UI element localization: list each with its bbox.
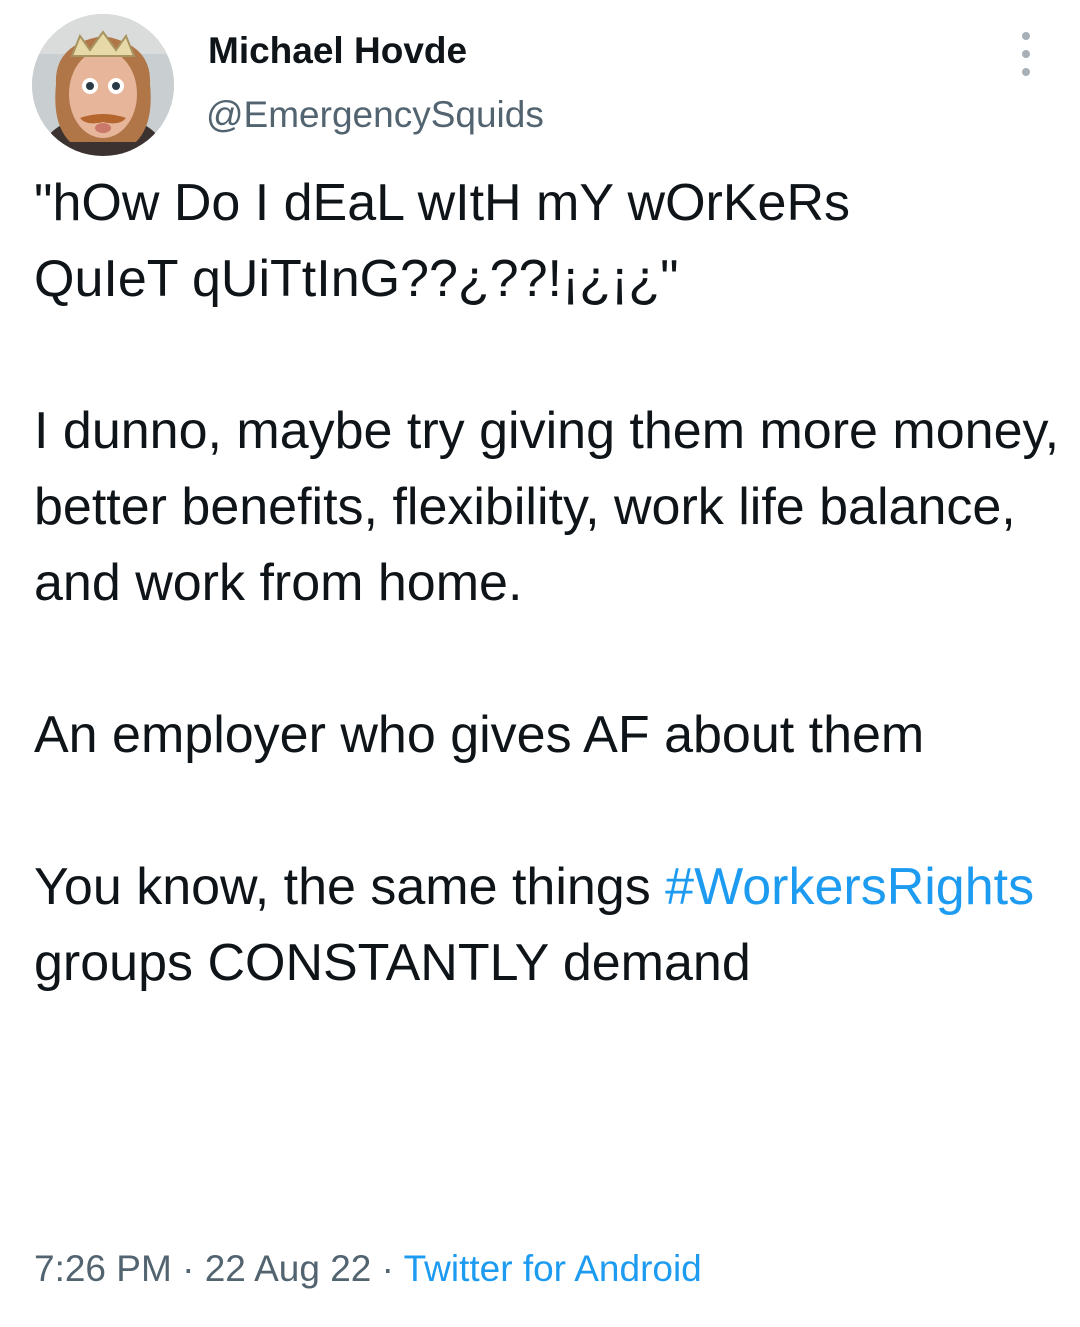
- tweet-paragraph: An employer who gives AF about them: [34, 706, 925, 764]
- author-display-name[interactable]: Michael Hovde: [208, 30, 467, 72]
- tweet-paragraph: I dunno, maybe try giving them more mone…: [34, 402, 1060, 612]
- tweet-paragraph: You know, the same things #WorkersRights…: [34, 849, 1064, 1001]
- avatar[interactable]: [32, 14, 174, 156]
- more-options-button[interactable]: [1010, 32, 1042, 76]
- more-vertical-icon: [1022, 32, 1030, 40]
- separator: ·: [371, 1248, 404, 1289]
- separator: ·: [171, 1248, 205, 1289]
- hashtag-link[interactable]: #WorkersRights: [665, 858, 1034, 916]
- tweet-quote-line-2: QuIeT qUiTtInG??¿??!¡¿¡¿": [34, 250, 679, 308]
- tweet-metadata: 7:26 PM · 22 Aug 22 · Twitter for Androi…: [34, 1248, 702, 1290]
- tweet-time[interactable]: 7:26 PM: [34, 1248, 172, 1289]
- profile-photo-icon: [32, 14, 174, 156]
- tweet-text-segment: groups CONSTANTLY demand: [34, 934, 751, 992]
- tweet-quote: "hOw Do I dEaL wItH mY wOrKeRs QuIeT qUiT…: [34, 165, 1064, 317]
- tweet-quote-line-1: "hOw Do I dEaL wItH mY wOrKeRs: [34, 174, 851, 232]
- tweet-source-link[interactable]: Twitter for Android: [404, 1248, 702, 1289]
- tweet-text-segment: You know, the same things: [34, 858, 666, 916]
- tweet-text: "hOw Do I dEaL wItH mY wOrKeRs QuIeT qUiT…: [34, 165, 1064, 1001]
- tweet-date[interactable]: 22 Aug 22: [205, 1248, 372, 1289]
- author-handle[interactable]: @EmergencySquids: [206, 94, 544, 136]
